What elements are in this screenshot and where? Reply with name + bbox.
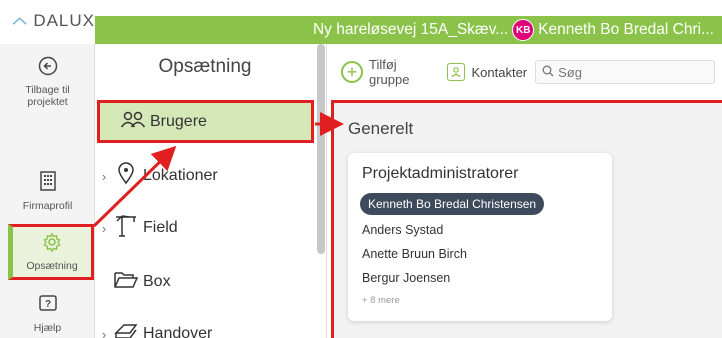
crane-icon	[113, 213, 139, 243]
location-pin-icon	[113, 161, 139, 191]
help-icon: ?	[38, 294, 58, 319]
contacts-label: Kontakter	[471, 64, 528, 80]
dalux-logo[interactable]: DALUX	[0, 0, 95, 42]
menu-item-field-label: Field	[143, 219, 178, 236]
group-card-title: Projektadministratorer	[362, 165, 519, 182]
chevron-right-icon[interactable]: ›	[95, 327, 113, 338]
user-avatar[interactable]: KB	[512, 19, 535, 41]
add-group-label-line1: Tilføj	[369, 57, 397, 72]
back-label: Tilbage til projektet	[25, 84, 70, 108]
menu-item-users[interactable]: Brugere	[97, 100, 314, 143]
menu-item-locations[interactable]: › Lokationer	[95, 156, 315, 196]
search-input[interactable]: Søg	[535, 60, 716, 84]
company-profile-label: Firmaprofil	[22, 200, 73, 212]
header-bar: Ny hareløsevej 15A_Skæv... KB Kenneth Bo…	[95, 16, 722, 44]
help-button[interactable]: ? Hjælp	[0, 294, 95, 334]
logo-text: DALUX	[33, 11, 95, 30]
project-name[interactable]: Ny hareløsevej 15A_Skæv...	[313, 21, 508, 39]
add-group-label: Tilføj gruppe	[369, 57, 409, 87]
list-item[interactable]: Bergur Joensen	[362, 271, 598, 285]
setup-label: Opsætning	[26, 260, 78, 272]
help-label: Hjælp	[33, 322, 62, 334]
menu-item-handover[interactable]: › Handover	[95, 314, 315, 338]
svg-text:?: ?	[44, 299, 50, 310]
building-icon	[39, 170, 57, 197]
back-to-project-button[interactable]: Tilbage til projektet	[0, 56, 95, 108]
left-rail: Tilbage til projektet Firmaprofil Opsætn…	[0, 44, 95, 338]
handover-icon	[113, 321, 139, 338]
add-group-label-line2: gruppe	[369, 72, 410, 87]
menu-item-users-label: Brugere	[150, 112, 207, 130]
company-profile-button[interactable]: Firmaprofil	[0, 170, 95, 212]
header-spacer	[95, 0, 722, 16]
section-title: Generelt	[348, 119, 414, 138]
menu-item-field[interactable]: › Field	[95, 208, 315, 248]
user-name[interactable]: Kenneth Bo Bredal Chri...	[538, 21, 714, 39]
menu-scrollbar[interactable]	[317, 44, 325, 254]
add-group-button[interactable]: + Tilføj gruppe	[341, 57, 409, 87]
users-icon	[120, 109, 146, 135]
menu-title: Opsætning	[158, 56, 252, 77]
arrow-left-circle-icon	[38, 56, 58, 81]
menu-item-handover-label: Handover	[143, 325, 213, 338]
gear-icon	[42, 232, 62, 257]
plus-circle-icon: +	[341, 61, 363, 83]
content-toolbar: + Tilføj gruppe Kontakter Søg	[327, 44, 722, 100]
setup-menu: Opsætning Brugere › Lokationer › Field B…	[95, 44, 327, 338]
more-users-link[interactable]: + 8 mere	[362, 295, 598, 306]
contacts-button[interactable]: Kontakter	[447, 63, 527, 81]
list-item[interactable]: Anette Bruun Birch	[362, 247, 598, 261]
group-card[interactable]: Projektadministratorer Kenneth Bo Bredal…	[348, 153, 612, 321]
contact-card-icon	[447, 63, 466, 81]
user-chip-highlighted[interactable]: Kenneth Bo Bredal Christensen	[360, 193, 545, 215]
chevron-right-icon[interactable]: ›	[95, 221, 113, 236]
house-logo-icon	[12, 17, 27, 25]
search-icon	[542, 65, 554, 80]
menu-item-box[interactable]: Box	[95, 262, 315, 302]
menu-item-locations-label: Lokationer	[143, 167, 218, 184]
menu-item-box-label: Box	[143, 273, 171, 290]
search-placeholder: Søg	[558, 64, 582, 80]
setup-button[interactable]: Opsætning	[8, 224, 94, 280]
list-item[interactable]: Anders Systad	[362, 223, 598, 237]
chevron-right-icon[interactable]: ›	[95, 169, 113, 184]
users-content-panel: Generelt Projektadministratorer Kenneth …	[331, 100, 722, 338]
folder-icon	[113, 269, 139, 295]
